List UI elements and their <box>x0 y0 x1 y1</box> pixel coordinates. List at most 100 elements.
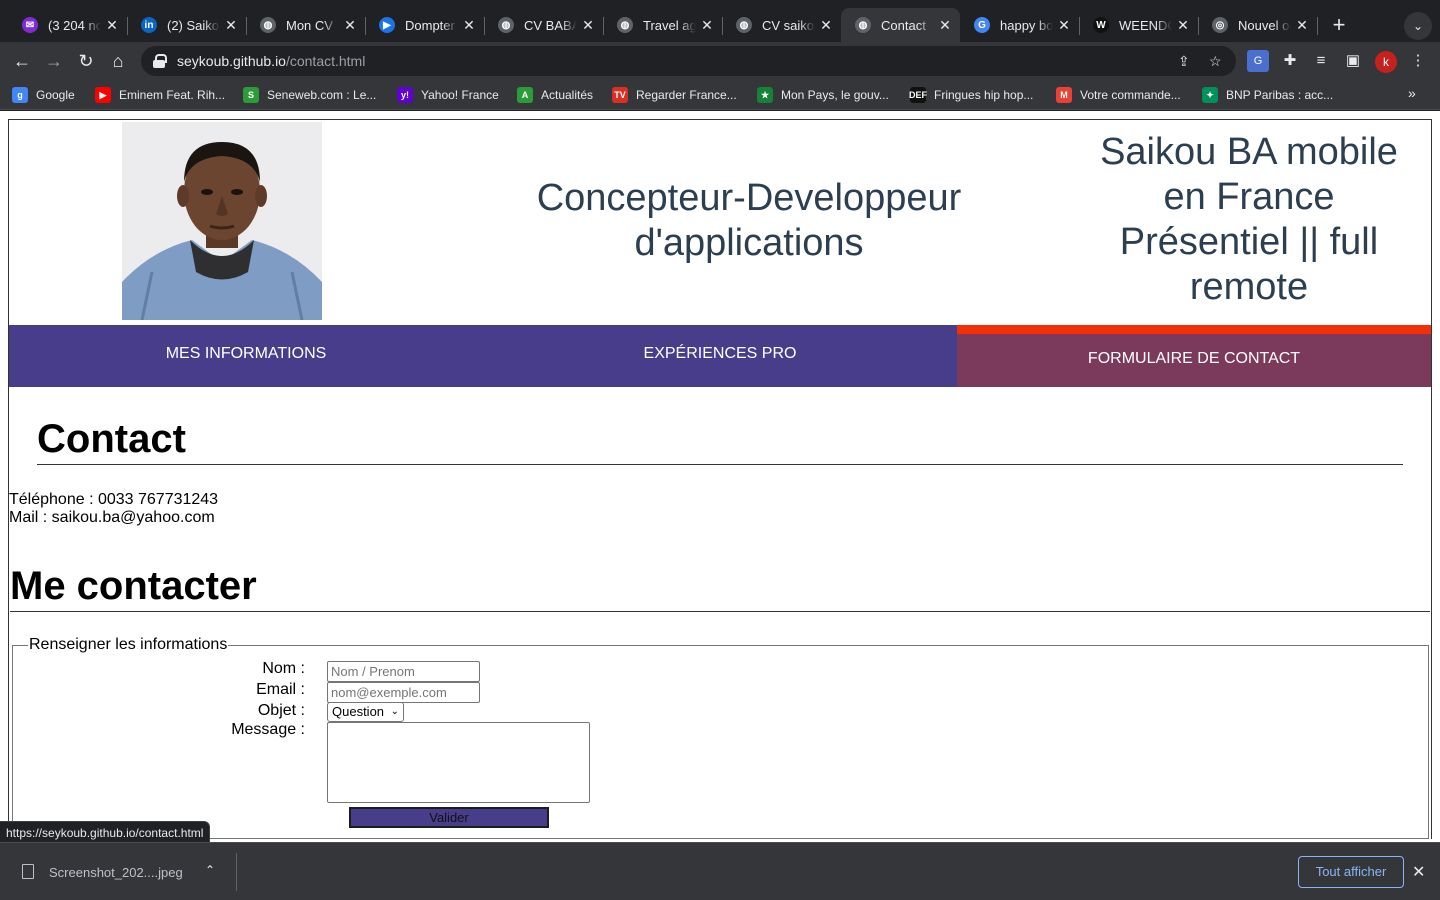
nav-mes-informations[interactable]: MES INFORMATIONS <box>9 325 483 387</box>
menu-icon[interactable]: ⋮ <box>1407 50 1429 72</box>
tab-title: Travel age <box>643 17 696 33</box>
form-legend: Renseigner les informations <box>28 636 229 654</box>
share-icon[interactable]: ⇪ <box>1178 53 1190 70</box>
show-all-button[interactable]: Tout afficher <box>1298 856 1404 888</box>
browser-toolbar: ← → ↻ ⌂ seykoub.github.io/contact.html ⇪… <box>0 42 1440 80</box>
tv-icon: TV <box>612 87 628 103</box>
bookmark-item[interactable]: M Votre commande... <box>1056 86 1181 104</box>
browser-tab[interactable]: ▶ Dompter l ✕ <box>365 8 485 42</box>
status-bubble: https://seykoub.github.io/contact.html <box>0 821 211 842</box>
def-icon: DEF <box>909 87 927 103</box>
bookmark-star-icon[interactable]: ☆ <box>1209 53 1222 70</box>
extensions-icon[interactable]: ✚ <box>1279 50 1301 72</box>
bookmark-item[interactable]: DEF Fringues hip hop... <box>909 86 1034 104</box>
bookmark-label: Actualités <box>541 88 594 102</box>
message-label: Message : <box>231 721 305 738</box>
close-tab-icon[interactable]: ✕ <box>1172 17 1194 34</box>
chrome-icon: ◎ <box>1212 17 1228 33</box>
bookmarks-bar: g Google ▶ Eminem Feat. Rih... S Seneweb.com … <box>0 80 1440 110</box>
bookmark-item[interactable]: ★ Mon Pays, le gouv... <box>757 86 889 104</box>
close-tab-icon[interactable]: ✕ <box>458 17 480 34</box>
translate-icon[interactable]: G <box>1247 50 1269 72</box>
email-label: Email : <box>256 681 305 698</box>
forward-button[interactable]: → <box>40 47 68 75</box>
bookmark-label: Google <box>36 88 75 102</box>
nav-label: MES INFORMATIONS <box>165 345 327 362</box>
close-tab-icon[interactable]: ✕ <box>815 17 837 34</box>
home-button[interactable]: ⌂ <box>104 47 132 75</box>
tab-title: WEENDO <box>1119 17 1172 33</box>
side-panel-icon[interactable]: ▣ <box>1342 50 1364 72</box>
browser-tab[interactable]: in (2) Saikou✕ <box>127 8 247 42</box>
chevron-down-icon: ⌄ <box>390 706 399 717</box>
bookmark-label: Mon Pays, le gouv... <box>781 88 889 102</box>
close-tab-icon[interactable]: ✕ <box>101 17 123 34</box>
browser-tab[interactable]: ◍ Mon CV ✕ <box>246 8 366 42</box>
bookmark-label: Regarder France... <box>636 88 737 102</box>
submit-button[interactable]: Valider <box>349 807 549 828</box>
bookmark-label: Eminem Feat. Rih... <box>119 88 226 102</box>
mail-line: Mail : saikou.ba@yahoo.com <box>9 509 215 526</box>
close-tab-icon[interactable]: ✕ <box>339 17 361 34</box>
profile-avatar[interactable]: k <box>1375 51 1397 73</box>
close-icon[interactable]: ✕ <box>1412 862 1425 882</box>
bookmark-label: Votre commande... <box>1080 88 1181 102</box>
download-shelf: Screenshot_202....jpeg ⌃ Tout afficher ✕ <box>0 842 1440 900</box>
browser-tab[interactable]: ✉ (3 204 no ✕ <box>8 8 128 42</box>
browser-tab[interactable]: Ghappy bo ✕ <box>960 8 1080 42</box>
name-input[interactable]: Nom / Prenom <box>327 661 480 682</box>
close-tab-icon[interactable]: ✕ <box>220 17 242 34</box>
seneweb-icon: S <box>243 87 259 103</box>
nav-label: FORMULAIRE DE CONTACT <box>1087 350 1301 367</box>
subject-select[interactable]: Question ⌄ <box>327 702 404 722</box>
reload-button[interactable]: ↻ <box>72 47 100 75</box>
play-icon: ▶ <box>379 17 395 33</box>
close-tab-icon[interactable]: ✕ <box>577 17 599 34</box>
linkedin-icon: in <box>141 17 157 33</box>
new-tab-button[interactable]: + <box>1325 12 1353 40</box>
page-viewport: Concepteur-Developpeur d'applications Sa… <box>0 111 1440 842</box>
bookmark-item[interactable]: S Seneweb.com : Le... <box>243 86 376 104</box>
tab-title: Dompter l <box>405 17 458 33</box>
google-icon: g <box>12 87 28 103</box>
gmail-icon: M <box>1056 87 1072 103</box>
address-bar[interactable]: seykoub.github.io/contact.html ⇪ ☆ <box>141 46 1236 76</box>
tab-title: CV BABA <box>524 17 577 33</box>
close-tab-icon[interactable]: ✕ <box>934 17 956 34</box>
bookmark-item[interactable]: ✦ BNP Paribas : acc... <box>1202 86 1333 104</box>
nav-experiences-pro[interactable]: EXPÉRIENCES PRO <box>483 325 957 387</box>
more-bookmarks-icon[interactable]: » <box>1408 85 1416 101</box>
mail-icon: ✉ <box>22 17 38 33</box>
name-label: Nom : <box>262 660 305 677</box>
nav-formulaire-contact[interactable]: FORMULAIRE DE CONTACT <box>957 325 1431 387</box>
close-tab-icon[interactable]: ✕ <box>1291 17 1313 34</box>
browser-tab[interactable]: ◍ CV saikou✕ <box>722 8 842 42</box>
bookmark-item[interactable]: TV Regarder France... <box>612 86 737 104</box>
tab-search-button[interactable]: ⌄ <box>1404 12 1432 40</box>
url-path: /contact.html <box>285 53 366 69</box>
media-control-icon[interactable]: ≡ <box>1310 50 1332 72</box>
weendo-icon: W <box>1093 17 1109 33</box>
email-input[interactable]: nom@exemple.com <box>327 682 480 703</box>
browser-tab[interactable]: W WEENDO ✕ <box>1079 8 1199 42</box>
bookmark-item[interactable]: A Actualités <box>517 86 593 104</box>
browser-tab[interactable]: ◍ CV BABA ✕ <box>484 8 604 42</box>
subject-selected: Question <box>332 704 385 719</box>
bookmark-label: Fringues hip hop... <box>934 88 1034 102</box>
download-item[interactable]: Screenshot_202....jpeg <box>49 865 183 880</box>
tab-title: Nouvel or <box>1238 17 1291 33</box>
close-tab-icon[interactable]: ✕ <box>1053 17 1075 34</box>
bookmark-item[interactable]: g Google <box>12 86 75 104</box>
bookmark-item[interactable]: ▶ Eminem Feat. Rih... <box>95 86 225 104</box>
bookmark-item[interactable]: y! Yahoo! France <box>397 86 499 104</box>
close-tab-icon[interactable]: ✕ <box>696 17 718 34</box>
browser-tab[interactable]: ◍ Travel age✕ <box>603 8 723 42</box>
back-button[interactable]: ← <box>8 47 36 75</box>
job-title: Concepteur-Developpeur d'applications <box>536 177 962 264</box>
message-textarea[interactable] <box>327 722 590 803</box>
url-host: seykoub.github.io <box>177 53 286 69</box>
browser-tab[interactable]: ◎ Nouvel or ✕ <box>1198 8 1318 42</box>
file-icon <box>22 864 34 879</box>
chevron-up-icon[interactable]: ⌃ <box>205 863 215 877</box>
browser-tab[interactable]: ◍ Contact ✕ <box>841 8 960 42</box>
